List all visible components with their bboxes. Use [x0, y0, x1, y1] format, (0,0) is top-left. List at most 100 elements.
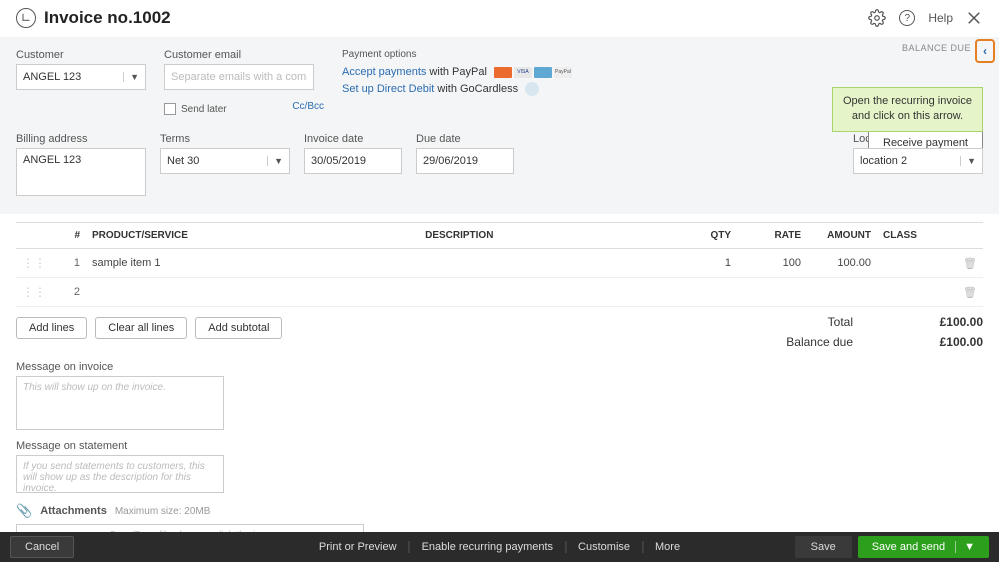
- accept-payments-rest: with PayPal: [426, 66, 487, 78]
- invoice-date-input[interactable]: [304, 148, 402, 174]
- invoice-date-field: Invoice date: [304, 133, 402, 196]
- gear-icon[interactable]: [868, 9, 886, 27]
- enable-recurring-button[interactable]: Enable recurring payments: [410, 541, 566, 553]
- attachments-max: Maximum size: 20MB: [115, 506, 211, 517]
- tooltip-line2: and click on this arrow.: [843, 109, 972, 124]
- balance-due-label: BALANCE DUE: [902, 43, 971, 53]
- chevron-down-icon: ▼: [960, 156, 976, 166]
- send-later-checkbox[interactable]: [164, 103, 176, 115]
- paperclip-icon[interactable]: 📎: [16, 503, 32, 519]
- header: Invoice no.1002 ? Help: [0, 0, 999, 37]
- col-amount: AMOUNT: [807, 223, 877, 249]
- add-subtotal-button[interactable]: Add subtotal: [195, 317, 282, 339]
- row-description[interactable]: [419, 278, 667, 307]
- billing-address-label: Billing address: [16, 133, 146, 145]
- due-date-input[interactable]: [416, 148, 514, 174]
- billing-address-input[interactable]: ANGEL 123: [16, 148, 146, 196]
- row-num: 2: [52, 278, 86, 307]
- add-lines-button[interactable]: Add lines: [16, 317, 87, 339]
- attachments-label: Attachments: [40, 505, 107, 517]
- location-value: location 2: [860, 155, 907, 167]
- direct-debit-link[interactable]: Set up Direct Debit: [342, 83, 434, 95]
- save-and-send-button[interactable]: Save and send ▼: [858, 536, 989, 558]
- history-icon[interactable]: [16, 8, 36, 28]
- row-rate[interactable]: 100: [737, 249, 807, 278]
- row-rate[interactable]: [737, 278, 807, 307]
- customer-select[interactable]: ANGEL 123 ▼: [16, 64, 146, 90]
- balance-due-value: £100.00: [913, 335, 983, 349]
- payment-options: Payment options Accept payments with Pay…: [342, 49, 572, 115]
- col-qty: QTY: [667, 223, 737, 249]
- help-label[interactable]: Help: [928, 11, 953, 25]
- more-button[interactable]: More: [643, 541, 692, 553]
- terms-label: Terms: [160, 133, 290, 145]
- col-num: #: [52, 223, 86, 249]
- footer: Cancel Print or Preview Enable recurring…: [0, 532, 999, 562]
- line-items-table: # PRODUCT/SERVICE DESCRIPTION QTY RATE A…: [16, 222, 983, 307]
- save-button[interactable]: Save: [795, 536, 852, 558]
- chevron-down-icon: ▼: [123, 72, 139, 82]
- chevron-down-icon[interactable]: ▼: [955, 541, 975, 553]
- tooltip: Open the recurring invoice and click on …: [832, 87, 983, 132]
- customer-email-input[interactable]: [164, 64, 314, 90]
- terms-value: Net 30: [167, 155, 199, 167]
- page-title: Invoice no.1002: [44, 8, 171, 28]
- row-class[interactable]: [877, 249, 957, 278]
- ccbcc-link[interactable]: Cc/Bcc: [292, 101, 324, 112]
- amex-icon: [534, 67, 552, 78]
- cancel-button[interactable]: Cancel: [10, 536, 74, 558]
- message-on-invoice-textarea[interactable]: This will show up on the invoice.: [16, 376, 224, 430]
- line-items-section: # PRODUCT/SERVICE DESCRIPTION QTY RATE A…: [0, 222, 999, 355]
- balance-due-label: Balance due: [786, 335, 853, 349]
- messages-section: Message on invoice This will show up on …: [0, 361, 999, 546]
- row-amount[interactable]: 100.00: [807, 249, 877, 278]
- visa-icon: VISA: [514, 67, 532, 78]
- customise-button[interactable]: Customise: [566, 541, 643, 553]
- clear-all-lines-button[interactable]: Clear all lines: [95, 317, 187, 339]
- col-class: CLASS: [877, 223, 957, 249]
- invoice-top-section: BALANCE DUE ‹ Open the recurring invoice…: [0, 37, 999, 214]
- total-value: £100.00: [913, 315, 983, 329]
- location-select[interactable]: location 2 ▼: [853, 148, 983, 174]
- message-on-invoice-label: Message on invoice: [16, 361, 983, 373]
- message-on-statement-label: Message on statement: [16, 440, 983, 452]
- row-description[interactable]: [419, 249, 667, 278]
- col-description: DESCRIPTION: [419, 223, 667, 249]
- drag-handle-icon[interactable]: ⋮⋮: [22, 256, 46, 270]
- terms-select[interactable]: Net 30 ▼: [160, 148, 290, 174]
- due-date-field: Due date: [416, 133, 514, 196]
- accept-payments-link[interactable]: Accept payments: [342, 66, 426, 78]
- help-icon[interactable]: ?: [898, 9, 916, 27]
- table-row[interactable]: ⋮⋮ 1 sample item 1 1 100 100.00 🗑: [16, 249, 983, 278]
- customer-value: ANGEL 123: [23, 71, 81, 83]
- row-product[interactable]: sample item 1: [86, 249, 419, 278]
- open-drawer-arrow[interactable]: ‹: [975, 39, 995, 63]
- due-date-label: Due date: [416, 133, 514, 145]
- tooltip-line1: Open the recurring invoice: [843, 94, 972, 109]
- payment-options-label: Payment options: [342, 49, 572, 60]
- trash-icon[interactable]: 🗑: [963, 287, 977, 299]
- table-row[interactable]: ⋮⋮ 2 🗑: [16, 278, 983, 307]
- customer-email-field: Customer email Send later Cc/Bcc: [164, 49, 324, 115]
- gocardless-icon: [525, 82, 539, 96]
- message-on-statement-textarea[interactable]: If you send statements to customers, thi…: [16, 455, 224, 493]
- row-amount[interactable]: [807, 278, 877, 307]
- chevron-down-icon: ▼: [267, 156, 283, 166]
- totals: Total £100.00 Balance due £100.00: [786, 315, 983, 355]
- row-qty[interactable]: [667, 278, 737, 307]
- billing-address-field: Billing address ANGEL 123: [16, 133, 146, 196]
- row-product[interactable]: [86, 278, 419, 307]
- drag-handle-icon[interactable]: ⋮⋮: [22, 285, 46, 299]
- paypal-icon: PayPal: [554, 67, 572, 78]
- row-class[interactable]: [877, 278, 957, 307]
- send-later-label: Send later: [181, 104, 227, 115]
- trash-icon[interactable]: 🗑: [963, 258, 977, 270]
- row-qty[interactable]: 1: [667, 249, 737, 278]
- customer-field: Customer ANGEL 123 ▼: [16, 49, 146, 115]
- close-icon[interactable]: [965, 9, 983, 27]
- direct-debit-rest: with GoCardless: [434, 83, 518, 95]
- customer-email-label: Customer email: [164, 49, 324, 61]
- invoice-date-label: Invoice date: [304, 133, 402, 145]
- total-label: Total: [828, 315, 853, 329]
- print-preview-button[interactable]: Print or Preview: [307, 541, 410, 553]
